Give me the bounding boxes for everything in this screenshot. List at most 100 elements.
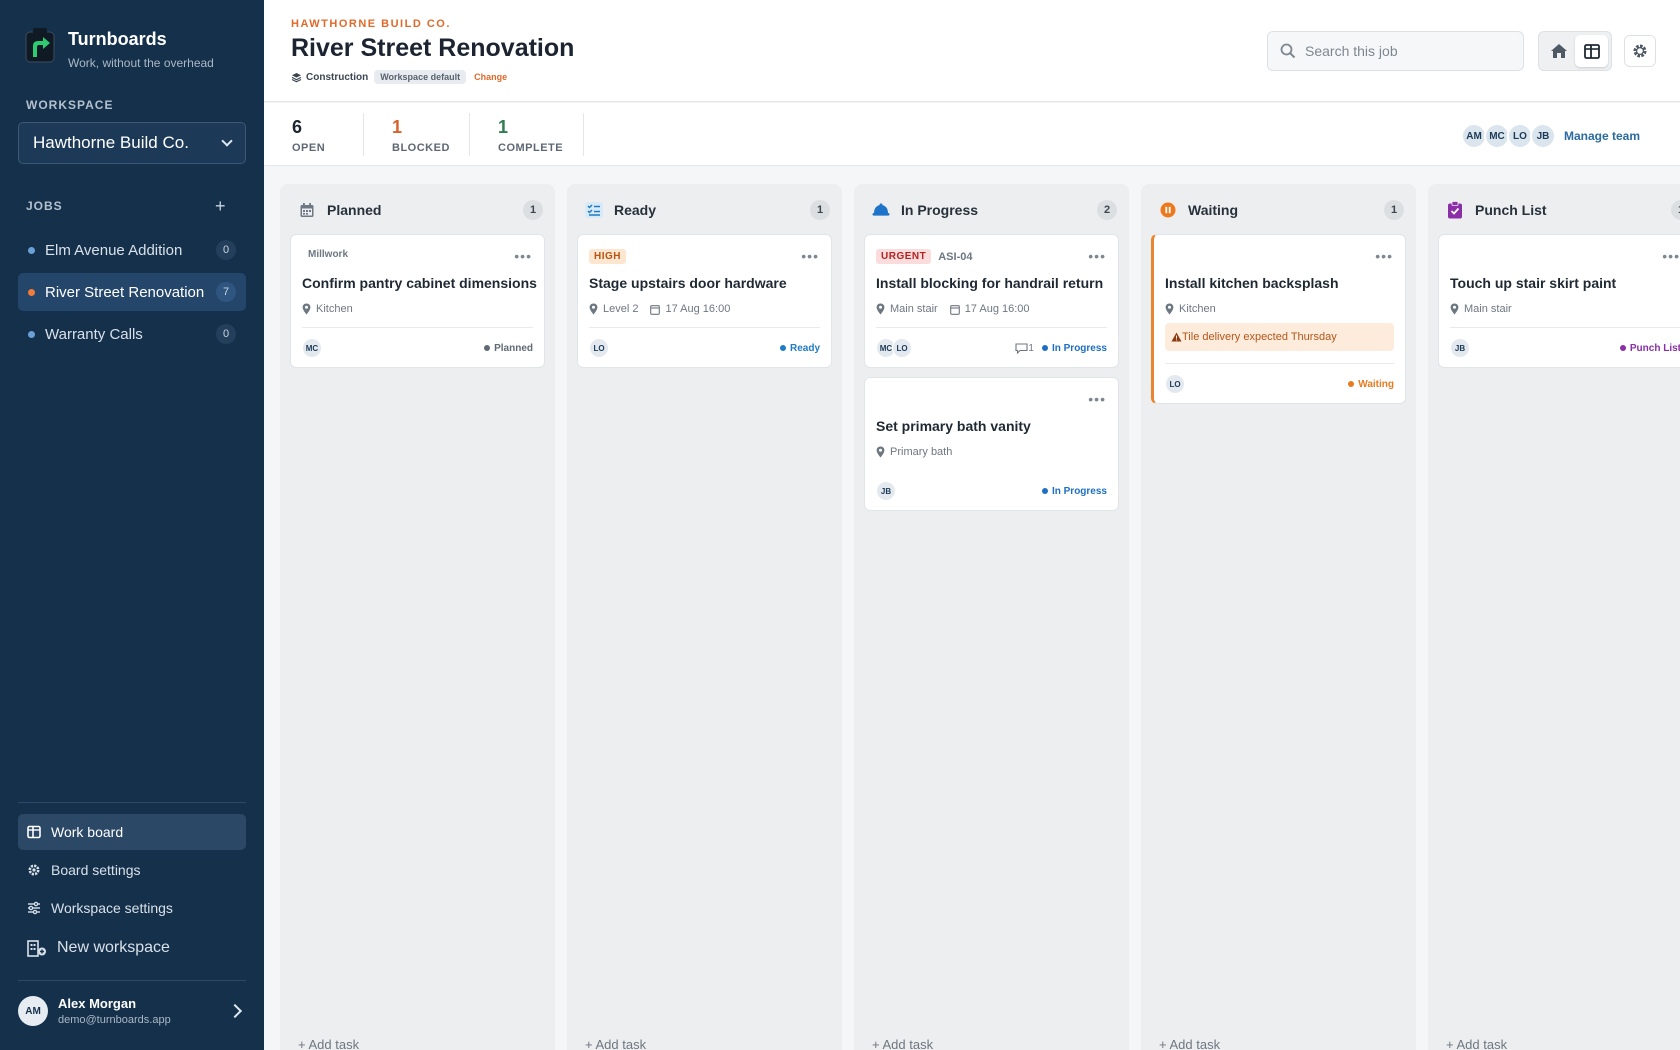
job-count: 0 bbox=[216, 324, 236, 344]
nav-work-board[interactable]: Work board bbox=[18, 814, 246, 850]
job-name: Elm Avenue Addition bbox=[45, 241, 183, 259]
app-tagline: Work, without the overhead bbox=[68, 56, 214, 70]
column-title: Waiting bbox=[1188, 202, 1239, 218]
location-pin-icon bbox=[302, 303, 311, 315]
nav-new-workspace[interactable]: New workspace bbox=[18, 930, 246, 966]
more-icon[interactable]: ••• bbox=[801, 248, 819, 264]
workspace-select[interactable]: Hawthorne Build Co. bbox=[18, 122, 246, 164]
search-icon bbox=[1280, 43, 1296, 59]
comment-count: 1 bbox=[1015, 343, 1034, 354]
task-card[interactable]: ••• Set primary bath vanity Primary bath… bbox=[864, 377, 1119, 511]
add-task-button[interactable]: + Add task bbox=[585, 1037, 646, 1050]
stat-value: 1 bbox=[392, 117, 403, 137]
card-title: Install kitchen backsplash bbox=[1165, 275, 1339, 291]
pause-icon bbox=[1159, 201, 1177, 219]
add-task-button[interactable]: + Add task bbox=[872, 1037, 933, 1050]
status-badge: Waiting bbox=[1348, 379, 1394, 390]
add-task-button[interactable]: + Add task bbox=[1159, 1037, 1220, 1050]
settings-button[interactable] bbox=[1624, 35, 1656, 67]
job-dot-icon bbox=[28, 246, 35, 254]
board-icon bbox=[27, 825, 41, 839]
more-icon[interactable]: ••• bbox=[1088, 248, 1106, 264]
card-reference: ASI-04 bbox=[938, 250, 973, 263]
user-name: Alex Morgan bbox=[58, 996, 137, 1011]
avatar[interactable]: JB bbox=[1530, 123, 1556, 149]
task-card[interactable]: Millwork ••• Confirm pantry cabinet dime… bbox=[290, 234, 545, 368]
more-icon[interactable]: ••• bbox=[1662, 248, 1680, 264]
add-task-button[interactable]: + Add task bbox=[1446, 1037, 1507, 1050]
card-divider bbox=[589, 327, 820, 328]
job-item-warranty-calls[interactable]: Warranty Calls 0 bbox=[18, 315, 246, 353]
job-type: Construction bbox=[306, 71, 369, 83]
card-category: Millwork bbox=[308, 249, 349, 260]
app-name: Turnboards bbox=[68, 29, 167, 49]
blocker-note: Tile delivery expected Thursday bbox=[1165, 323, 1394, 351]
task-card[interactable]: ••• Install kitchen backsplash Kitchen T… bbox=[1151, 234, 1406, 404]
card-divider bbox=[1165, 363, 1394, 364]
user-menu[interactable]: AM Alex Morgan demo@turnboards.app bbox=[18, 996, 246, 1026]
avatar: JB bbox=[1450, 338, 1470, 358]
status-dot-icon bbox=[1348, 381, 1355, 387]
change-type-link[interactable]: Change bbox=[474, 72, 507, 82]
comment-number: 1 bbox=[1028, 342, 1034, 354]
status-badge: Planned bbox=[484, 343, 533, 354]
home-view-button[interactable] bbox=[1542, 35, 1575, 67]
card-title: Touch up stair skirt paint bbox=[1450, 275, 1617, 291]
nav-label: Board settings bbox=[51, 862, 141, 878]
board-view-button[interactable] bbox=[1575, 35, 1608, 67]
card-meta: Main stair bbox=[1450, 303, 1512, 315]
location-pin-icon bbox=[589, 303, 598, 315]
card-footer: LO Waiting bbox=[1165, 374, 1394, 394]
nav-workspace-settings[interactable]: Workspace settings bbox=[18, 890, 246, 926]
column-count: 1 bbox=[810, 200, 830, 220]
layers-icon bbox=[291, 72, 302, 82]
add-task-button[interactable]: + Add task bbox=[298, 1037, 359, 1050]
brand[interactable]: Turnboards Work, without the overhead bbox=[24, 26, 214, 70]
location-pin-icon bbox=[1165, 303, 1174, 315]
avatar: MC bbox=[302, 338, 322, 358]
search-input[interactable]: Search this job bbox=[1267, 31, 1524, 71]
job-dot-icon bbox=[28, 288, 35, 296]
card-meta: Kitchen bbox=[302, 303, 353, 315]
task-card[interactable]: ••• Touch up stair skirt paint Main stai… bbox=[1438, 234, 1680, 368]
warning-icon bbox=[1171, 332, 1182, 342]
task-card[interactable]: URGENT ASI-04 ••• Install blocking for h… bbox=[864, 234, 1119, 368]
stat-label: OPEN bbox=[292, 142, 326, 154]
card-due: 17 Aug 16:00 bbox=[650, 303, 730, 315]
team-area: AM MC LO JB Manage team bbox=[1461, 123, 1640, 149]
job-item-elm-avenue[interactable]: Elm Avenue Addition 0 bbox=[18, 231, 246, 269]
more-icon[interactable]: ••• bbox=[1088, 391, 1106, 407]
avatar: LO bbox=[589, 338, 609, 358]
view-toggle bbox=[1538, 31, 1612, 71]
workspace-default-pill: Workspace default bbox=[374, 70, 467, 84]
column-header: Planned 1 bbox=[298, 200, 543, 220]
column-in-progress: In Progress 2 URGENT ASI-04 ••• Install … bbox=[854, 184, 1129, 1050]
card-due: 17 Aug 16:00 bbox=[949, 303, 1030, 315]
card-location: Main stair bbox=[890, 303, 938, 315]
manage-team-link[interactable]: Manage team bbox=[1564, 129, 1640, 143]
avatar: LO bbox=[1165, 374, 1185, 394]
avatar: LO bbox=[892, 338, 912, 358]
jobs-label: JOBS bbox=[26, 199, 63, 213]
nav-board-settings[interactable]: Board settings bbox=[18, 852, 246, 888]
task-card[interactable]: HIGH ••• Stage upstairs door hardware Le… bbox=[577, 234, 832, 368]
sidebar-divider bbox=[18, 802, 246, 803]
card-meta: Main stair 17 Aug 16:00 bbox=[876, 303, 1030, 315]
column-count: 1 bbox=[1671, 200, 1680, 220]
job-name: Warranty Calls bbox=[45, 325, 143, 343]
more-icon[interactable]: ••• bbox=[1375, 248, 1393, 264]
more-icon[interactable]: ••• bbox=[514, 248, 532, 264]
location-pin-icon bbox=[876, 446, 885, 458]
card-due-date: 17 Aug 16:00 bbox=[964, 303, 1030, 315]
sidebar-divider bbox=[18, 980, 246, 981]
add-job-button[interactable]: + bbox=[215, 196, 226, 217]
card-meta: Kitchen bbox=[1165, 303, 1216, 315]
avatar: JB bbox=[876, 481, 896, 501]
search-placeholder: Search this job bbox=[1305, 43, 1398, 59]
status-badge: Ready bbox=[779, 343, 820, 354]
job-item-river-street[interactable]: River Street Renovation 7 bbox=[18, 273, 246, 311]
column-waiting: Waiting 1 ••• Install kitchen backsplash… bbox=[1141, 184, 1416, 1050]
column-title: In Progress bbox=[901, 202, 979, 218]
job-count: 0 bbox=[216, 240, 236, 260]
stats-bar: 6 OPEN 1 BLOCKED 1 COMPLETE AM MC LO JB … bbox=[264, 103, 1680, 166]
